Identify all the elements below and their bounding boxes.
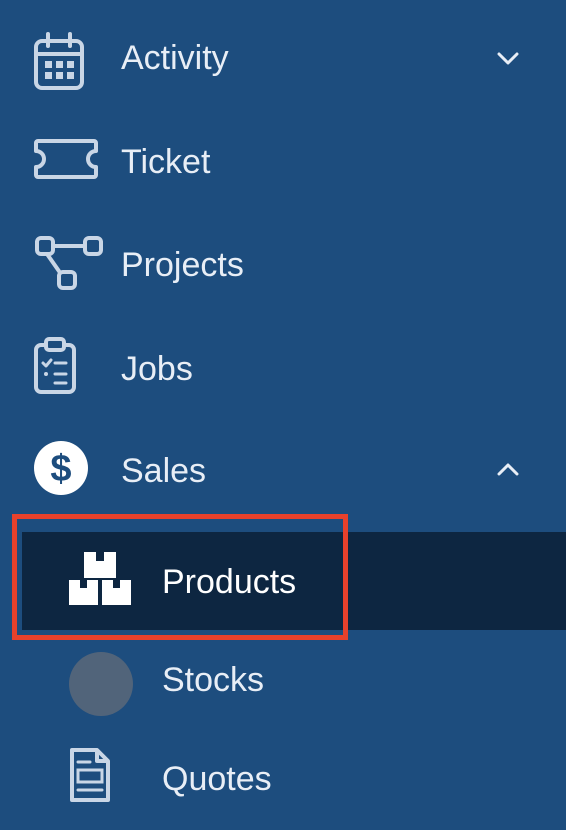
sidebar-subitem-stocks-label: Stocks <box>162 661 265 699</box>
sidebar-item-sales[interactable]: $ Sales <box>0 420 566 520</box>
svg-text:$: $ <box>50 448 71 490</box>
clipboard-checklist-icon <box>34 337 76 394</box>
sidebar-subitem-products-label: Products <box>162 563 297 601</box>
workflow-icon <box>35 236 103 290</box>
sidebar-item-ticket-label: Ticket <box>121 143 211 181</box>
sidebar-subitem-quotes[interactable]: Quotes <box>0 730 566 830</box>
sidebar-item-projects[interactable]: Projects <box>0 215 566 315</box>
calendar-icon <box>34 32 84 90</box>
sidebar-item-sales-label: Sales <box>121 452 207 490</box>
sidebar-item-projects-label: Projects <box>121 246 244 284</box>
document-icon <box>70 748 110 802</box>
sidebar-item-ticket[interactable]: Ticket <box>0 112 566 212</box>
sidebar-item-activity-label: Activity <box>121 39 229 77</box>
sidebar-nav: Activity Ticket Projects Jobs $ Sales Pr… <box>0 0 566 830</box>
sidebar-subitem-stocks[interactable]: Stocks <box>0 634 566 730</box>
sidebar-item-jobs[interactable]: Jobs <box>0 318 566 418</box>
chevron-down-icon[interactable] <box>494 44 522 72</box>
chevron-up-icon[interactable] <box>494 456 522 484</box>
dollar-circle-icon: $ <box>34 441 88 495</box>
boxes-icon <box>69 552 131 605</box>
ticket-icon <box>34 139 98 179</box>
avatar <box>69 652 133 716</box>
sidebar-item-jobs-label: Jobs <box>121 350 193 388</box>
sidebar-subitem-quotes-label: Quotes <box>162 760 272 798</box>
sidebar-subitem-products[interactable]: Products <box>22 532 566 630</box>
sidebar-item-activity[interactable]: Activity <box>0 8 566 108</box>
